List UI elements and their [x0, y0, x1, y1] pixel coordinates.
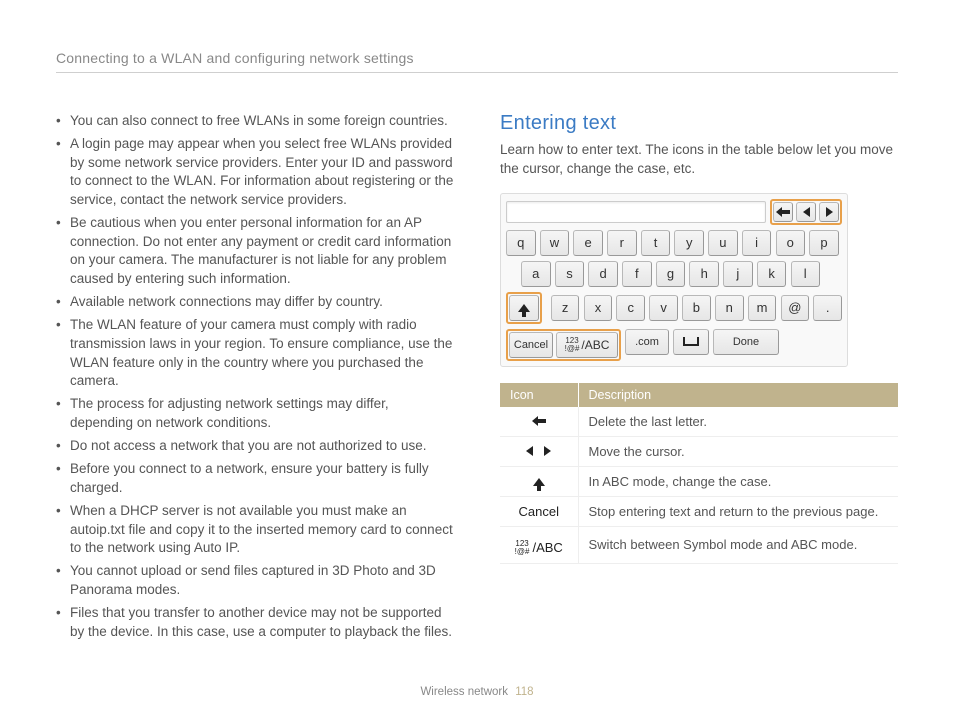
key-at[interactable]: @	[781, 295, 810, 321]
mode-label: /ABC	[581, 338, 609, 352]
cancel-label: Cancel	[519, 504, 559, 519]
list-item: Do not access a network that you are not…	[56, 437, 454, 456]
key-period[interactable]: .	[813, 295, 842, 321]
mode-symbol-icon: 123!@#	[515, 540, 530, 556]
key-m[interactable]: m	[748, 295, 777, 321]
list-item: The process for adjusting network settin…	[56, 395, 454, 432]
key-q[interactable]: q	[506, 230, 536, 256]
keyboard-row-2: a s d f g h j k l	[506, 261, 842, 287]
key-h[interactable]: h	[689, 261, 719, 287]
triangle-left-icon	[526, 446, 533, 456]
key-e[interactable]: e	[573, 230, 603, 256]
footer-section: Wireless network	[420, 686, 508, 698]
table-row: In ABC mode, change the case.	[500, 466, 898, 496]
table-cell-desc: Stop entering text and return to the pre…	[578, 496, 898, 526]
shift-key[interactable]	[509, 295, 539, 321]
backspace-key[interactable]	[773, 202, 793, 222]
key-a[interactable]: a	[521, 261, 551, 287]
key-z[interactable]: z	[551, 295, 580, 321]
key-x[interactable]: x	[584, 295, 613, 321]
keyboard-row-1: q w e r t y u i o p	[506, 230, 842, 256]
left-column: You can also connect to free WLANs in so…	[56, 112, 454, 660]
keyboard-row-bottom: Cancel 123!@# /ABC .com Done	[506, 329, 842, 361]
cursor-controls-group	[770, 199, 842, 225]
key-t[interactable]: t	[641, 230, 671, 256]
key-w[interactable]: w	[540, 230, 570, 256]
triangle-right-icon	[544, 446, 551, 456]
list-item: You can also connect to free WLANs in so…	[56, 112, 454, 131]
table-cell-desc: In ABC mode, change the case.	[578, 466, 898, 496]
mode-switch-key[interactable]: 123!@# /ABC	[556, 332, 618, 358]
list-item: When a DHCP server is not available you …	[56, 502, 454, 558]
section-heading: Entering text	[500, 112, 898, 135]
backspace-icon	[776, 207, 790, 217]
key-r[interactable]: r	[607, 230, 637, 256]
table-row: Delete the last letter.	[500, 407, 898, 437]
keyboard-row-3: z x c v b n m @ .	[506, 292, 842, 324]
mode-symbol-icon: 123!@#	[565, 337, 580, 353]
triangle-right-icon	[826, 207, 833, 217]
table-cell-desc: Switch between Symbol mode and ABC mode.	[578, 526, 898, 563]
key-n[interactable]: n	[715, 295, 744, 321]
list-item: You cannot upload or send files captured…	[56, 562, 454, 599]
triangle-left-icon	[803, 207, 810, 217]
dotcom-key[interactable]: .com	[625, 329, 669, 355]
shift-key-highlight	[506, 292, 542, 324]
key-u[interactable]: u	[708, 230, 738, 256]
content-columns: You can also connect to free WLANs in so…	[56, 112, 898, 660]
backspace-icon	[532, 416, 546, 426]
list-item: Available network connections may differ…	[56, 293, 454, 312]
key-s[interactable]: s	[555, 261, 585, 287]
table-row: 123!@# /ABC Switch between Symbol mode a…	[500, 526, 898, 563]
key-c[interactable]: c	[616, 295, 645, 321]
text-input[interactable]	[506, 201, 766, 223]
key-d[interactable]: d	[588, 261, 618, 287]
table-header-desc: Description	[578, 383, 898, 407]
key-g[interactable]: g	[656, 261, 686, 287]
section-intro: Learn how to enter text. The icons in th…	[500, 141, 898, 179]
done-key[interactable]: Done	[713, 329, 779, 355]
key-f[interactable]: f	[622, 261, 652, 287]
space-icon	[683, 337, 699, 346]
table-cell-desc: Move the cursor.	[578, 436, 898, 466]
key-v[interactable]: v	[649, 295, 678, 321]
key-y[interactable]: y	[674, 230, 704, 256]
cancel-mode-highlight: Cancel 123!@# /ABC	[506, 329, 621, 361]
list-item: The WLAN feature of your camera must com…	[56, 316, 454, 391]
page-footer: Wireless network 118	[0, 686, 954, 698]
shift-icon	[518, 304, 530, 312]
page-header: Connecting to a WLAN and configuring net…	[56, 50, 898, 73]
virtual-keyboard: q w e r t y u i o p a s d f g h j k l	[500, 193, 848, 367]
cancel-key[interactable]: Cancel	[509, 332, 553, 358]
bullet-list: You can also connect to free WLANs in so…	[56, 112, 454, 641]
mode-label: 123!@# /ABC	[515, 540, 563, 556]
key-o[interactable]: o	[776, 230, 806, 256]
table-row: Cancel Stop entering text and return to …	[500, 496, 898, 526]
right-column: Entering text Learn how to enter text. T…	[500, 112, 898, 660]
list-item: Files that you transfer to another devic…	[56, 604, 454, 641]
table-row: Move the cursor.	[500, 436, 898, 466]
key-b[interactable]: b	[682, 295, 711, 321]
key-i[interactable]: i	[742, 230, 772, 256]
table-cell-desc: Delete the last letter.	[578, 407, 898, 437]
icon-description-table: Icon Description Delete the last letter.…	[500, 383, 898, 564]
list-item: Before you connect to a network, ensure …	[56, 460, 454, 497]
cursor-right-key[interactable]	[819, 202, 839, 222]
key-k[interactable]: k	[757, 261, 787, 287]
footer-page-number: 118	[515, 686, 533, 698]
shift-icon	[533, 478, 545, 486]
key-j[interactable]: j	[723, 261, 753, 287]
key-l[interactable]: l	[791, 261, 821, 287]
list-item: A login page may appear when you select …	[56, 135, 454, 210]
list-item: Be cautious when you enter personal info…	[56, 214, 454, 289]
cursor-left-key[interactable]	[796, 202, 816, 222]
table-header-icon: Icon	[500, 383, 578, 407]
key-p[interactable]: p	[809, 230, 839, 256]
space-key[interactable]	[673, 329, 709, 355]
